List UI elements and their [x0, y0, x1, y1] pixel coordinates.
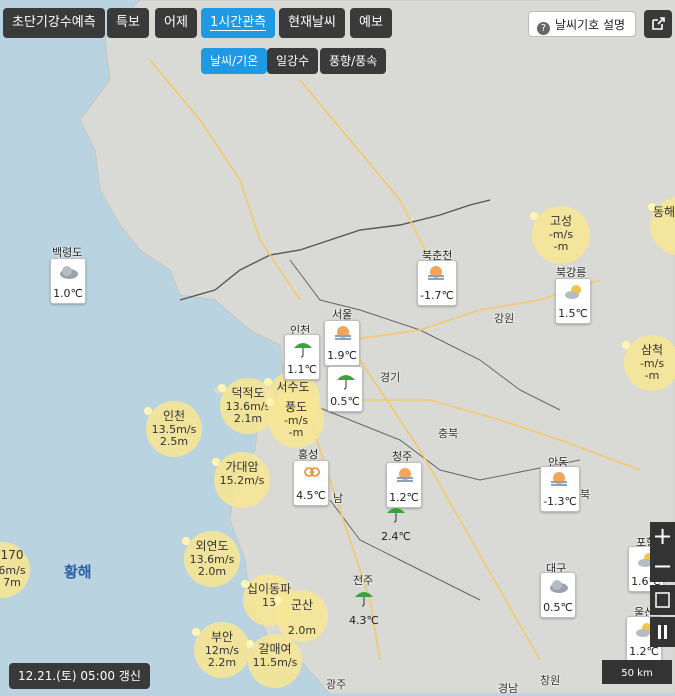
- mist-icon: [428, 266, 444, 280]
- station-temp: 4.5℃: [296, 489, 326, 502]
- external-link-button[interactable]: [644, 10, 672, 38]
- station-card-incheon[interactable]: 1.1℃: [284, 334, 320, 380]
- mist-icon: [551, 472, 567, 486]
- tab-hourly-obs-label: 1시간관측: [210, 15, 267, 31]
- external-link-icon: [652, 17, 665, 30]
- station-card-baengnyeongdo[interactable]: 1.0℃: [50, 258, 86, 304]
- buoy-goseong[interactable]: 고성 -m/s -m: [530, 206, 590, 264]
- region-label-south: 남: [333, 492, 344, 505]
- rain-icon: [355, 592, 373, 607]
- layers-button[interactable]: [650, 617, 675, 647]
- region-label-changwon: 창원: [540, 674, 561, 687]
- mist-icon: [397, 468, 413, 482]
- subtab-wind[interactable]: 풍향/풍속: [320, 48, 387, 74]
- station-temp: 4.3℃: [349, 614, 379, 627]
- station-temp: -1.3℃: [543, 495, 577, 508]
- buoy-pungdo[interactable]: 풍도 -m/s -m: [266, 392, 324, 448]
- layers-icon: [658, 625, 667, 639]
- region-label-gangwon: 강원: [494, 312, 515, 325]
- station-temp: 1.9℃: [327, 349, 357, 362]
- partly-cloudy-icon: [565, 285, 581, 299]
- legend-label: 날씨기호 설명: [555, 18, 626, 32]
- help-icon: ?: [537, 22, 550, 35]
- tab-yesterday[interactable]: 어제: [155, 8, 197, 38]
- rain-icon: [387, 508, 405, 523]
- station-temp: 1.0℃: [53, 287, 83, 300]
- tab-warning[interactable]: 특보: [107, 8, 149, 38]
- buoy-incheon[interactable]: 인천 13.5m/s 2.5m: [144, 401, 202, 457]
- station-card-hongseong[interactable]: 4.5℃: [293, 460, 329, 506]
- update-timestamp: 12.21.(토) 05:00 갱신: [9, 663, 150, 689]
- tab-nowcast[interactable]: 초단기강수예측: [3, 8, 105, 38]
- zoom-out-button[interactable]: −: [650, 552, 675, 582]
- station-card-bukchuncheon[interactable]: -1.7℃: [417, 260, 457, 306]
- rain-icon: [294, 343, 312, 358]
- haze-icon: [304, 467, 320, 477]
- tab-forecast[interactable]: 예보: [350, 8, 392, 38]
- buoy-galmaeyeo[interactable]: 갈매여 11.5m/s: [246, 634, 302, 688]
- station-card-suwon[interactable]: 0.5℃: [327, 366, 363, 412]
- station-card-daegu[interactable]: 0.5℃: [540, 572, 576, 618]
- ruler-button[interactable]: [650, 585, 675, 615]
- station-temp: 2.4℃: [381, 530, 411, 543]
- station-temp: 1.2℃: [629, 645, 659, 658]
- station-temp: 0.5℃: [330, 395, 360, 408]
- region-label-gyeonggi: 경기: [380, 371, 401, 384]
- station-temp: 0.5℃: [543, 601, 573, 614]
- tab-current-weather[interactable]: 현재날씨: [279, 8, 345, 38]
- cloud-icon: [60, 266, 78, 279]
- buoy-buan[interactable]: 부안 12m/s 2.2m: [192, 622, 250, 678]
- station-card-bukgangneung[interactable]: 1.5℃: [555, 278, 591, 324]
- station-card-seoul[interactable]: 1.9℃: [324, 320, 360, 366]
- ruler-icon: [655, 592, 670, 608]
- cloud-icon: [550, 580, 568, 593]
- weather-symbol-legend-button[interactable]: ? 날씨기호 설명: [528, 11, 637, 37]
- mist-icon: [335, 326, 351, 340]
- subtab-daily-precip[interactable]: 일강수: [267, 48, 319, 74]
- buoy-samcheok[interactable]: 삼척 -m/s -m: [622, 335, 675, 391]
- scale-label: 50 km: [621, 668, 653, 679]
- map-scale: 50 km: [602, 660, 672, 684]
- buoy-gunsan[interactable]: 군산 2.0m: [274, 590, 328, 642]
- station-card-andong[interactable]: -1.3℃: [540, 466, 580, 512]
- zoom-in-button[interactable]: +: [650, 522, 675, 552]
- region-label-north: 북: [580, 488, 591, 501]
- region-label-chungbuk: 충북: [438, 427, 459, 440]
- rain-icon: [337, 375, 355, 390]
- station-temp: 1.5℃: [558, 307, 588, 320]
- region-label-gwangju: 광주: [326, 678, 347, 691]
- buoy-oeyeondo[interactable]: 외연도 13.6m/s 2.0m: [182, 531, 240, 587]
- buoy-gadaeam[interactable]: 가대암 15.2m/s: [212, 452, 270, 508]
- subtab-weather-temp[interactable]: 날씨/기온: [201, 48, 268, 74]
- station-temp: 1.1℃: [287, 363, 317, 376]
- station-card-daejeon[interactable]: 2.4℃: [378, 500, 414, 546]
- station-temp: -1.7℃: [420, 289, 454, 302]
- tab-hourly-obs[interactable]: 1시간관측: [201, 8, 276, 38]
- station-card-jeonju[interactable]: 4.3℃: [346, 584, 382, 630]
- sea-label-yellow-sea: 황해: [64, 563, 92, 581]
